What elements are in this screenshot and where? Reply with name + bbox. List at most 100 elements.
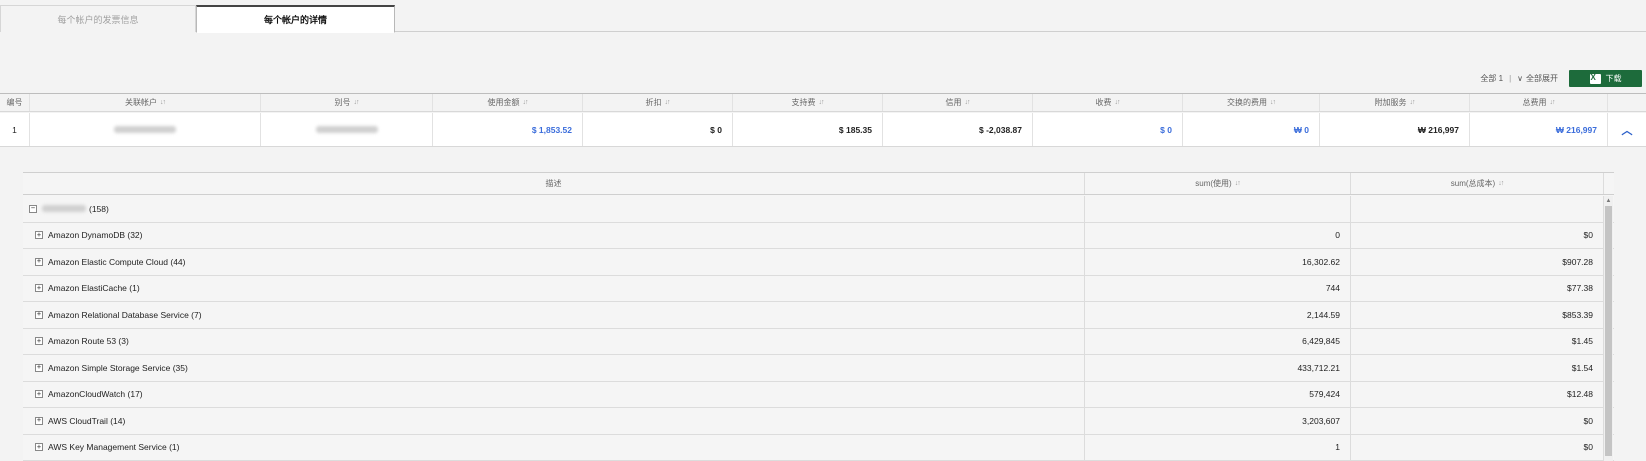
sort-icon[interactable]: ↓↑ bbox=[1115, 99, 1121, 106]
col-header-charge[interactable]: 收费 ↓↑ bbox=[1033, 94, 1183, 111]
detail-table: 描述 sum(使用) ↓↑ sum(总成本) ↓↑ − (158) + Amazon … bbox=[23, 172, 1614, 461]
col-header-sum-usage[interactable]: sum(使用) ↓↑ bbox=[1085, 173, 1351, 194]
col-header-discount[interactable]: 折扣 ↓↑ bbox=[583, 94, 733, 111]
service-usage: 433,712.21 bbox=[1085, 355, 1351, 381]
service-name: Amazon Simple Storage Service (35) bbox=[48, 362, 188, 373]
redacted-account bbox=[114, 126, 176, 133]
usage-amount[interactable]: $ 1,853.52 bbox=[433, 113, 583, 146]
sort-icon[interactable]: ↓↑ bbox=[665, 99, 671, 106]
chevron-up-icon: ︿ bbox=[1621, 124, 1633, 137]
sort-icon[interactable]: ↓↑ bbox=[965, 99, 971, 106]
total-amount[interactable]: ₩ 216,997 bbox=[1470, 113, 1608, 146]
service-cost: $77.38 bbox=[1351, 275, 1604, 301]
sort-icon[interactable]: ↓↑ bbox=[354, 99, 360, 106]
service-row[interactable]: + Amazon Simple Storage Service (35) 433,… bbox=[23, 355, 1614, 382]
sort-icon[interactable]: ↓↑ bbox=[1235, 180, 1241, 187]
expand-icon[interactable]: + bbox=[35, 257, 43, 266]
service-name: AWS CloudTrail (14) bbox=[48, 415, 126, 426]
tab-bar: 每个帐户的发票信息 每个帐户的详情 bbox=[0, 0, 1646, 33]
service-name: Amazon DynamoDB (32) bbox=[48, 230, 143, 241]
col-header-usage[interactable]: 使用金额 ↓↑ bbox=[433, 94, 583, 111]
service-name: Amazon Route 53 (3) bbox=[48, 336, 129, 347]
expand-icon[interactable]: + bbox=[35, 363, 43, 372]
col-header-total[interactable]: 总费用 ↓↑ bbox=[1470, 94, 1608, 111]
service-row[interactable]: + Amazon DynamoDB (32) 0 $0 bbox=[23, 222, 1614, 249]
expand-all-toggle[interactable]: ∨ 全部展开 bbox=[1517, 73, 1558, 84]
exchanged-amount[interactable]: ₩ 0 bbox=[1183, 113, 1320, 146]
service-name: Amazon Relational Database Service (7) bbox=[48, 309, 202, 320]
col-header-alias[interactable]: 别号 ↓↑ bbox=[261, 94, 433, 111]
detail-table-header: 描述 sum(使用) ↓↑ sum(总成本) ↓↑ bbox=[23, 172, 1614, 195]
service-row[interactable]: + Amazon Elastic Compute Cloud (44) 16,30… bbox=[23, 249, 1614, 276]
col-header-description: 描述 bbox=[23, 173, 1085, 194]
service-row[interactable]: + Amazon Route 53 (3) 6,429,845 $1.45 bbox=[23, 328, 1614, 355]
sort-icon[interactable]: ↓↑ bbox=[160, 99, 166, 106]
service-cost: $0 bbox=[1351, 222, 1604, 248]
tab-invoice-info[interactable]: 每个帐户的发票信息 bbox=[0, 5, 196, 32]
vertical-scrollbar[interactable]: ▲ bbox=[1604, 196, 1613, 461]
toolbar: 全部 1 | ∨ 全部展开 下载 bbox=[1480, 70, 1642, 87]
col-header-credit[interactable]: 信用 ↓↑ bbox=[883, 94, 1033, 111]
sort-icon[interactable]: ↓↑ bbox=[819, 99, 825, 106]
service-cost: $0 bbox=[1351, 408, 1604, 434]
support-amount: $ 185.35 bbox=[733, 113, 883, 146]
row-number: 1 bbox=[0, 113, 30, 146]
service-cost: $1.45 bbox=[1351, 328, 1604, 354]
group-count: (158) bbox=[89, 203, 109, 214]
download-button[interactable]: 下载 bbox=[1569, 70, 1642, 87]
service-row[interactable]: + AmazonCloudWatch (17) 579,424 $12.48 bbox=[23, 381, 1614, 408]
service-usage: 1 bbox=[1085, 434, 1351, 460]
toolbar-divider: | bbox=[1509, 74, 1512, 83]
col-header-linked-account[interactable]: 关联帐户 ↓↑ bbox=[30, 94, 261, 111]
sort-icon[interactable]: ↓↑ bbox=[1550, 99, 1556, 106]
scroll-up-icon[interactable]: ▲ bbox=[1604, 196, 1613, 205]
service-row[interactable]: + AWS Key Management Service (1) 1 $0 bbox=[23, 434, 1614, 461]
service-row[interactable]: + AWS CloudTrail (14) 3,203,607 $0 bbox=[23, 408, 1614, 435]
chevron-down-icon: ∨ bbox=[1517, 74, 1523, 83]
discount-amount: $ 0 bbox=[583, 113, 733, 146]
scrollbar-thumb[interactable] bbox=[1605, 206, 1612, 456]
collapse-icon[interactable]: − bbox=[29, 204, 37, 213]
service-usage: 2,144.59 bbox=[1085, 302, 1351, 328]
col-header-support[interactable]: 支持费 ↓↑ bbox=[733, 94, 883, 111]
sort-icon[interactable]: ↓↑ bbox=[1498, 180, 1504, 187]
sort-icon[interactable]: ↓↑ bbox=[1410, 99, 1416, 106]
service-name: Amazon ElastiCache (1) bbox=[48, 283, 140, 294]
charge-amount[interactable]: $ 0 bbox=[1033, 113, 1183, 146]
service-usage: 6,429,845 bbox=[1085, 328, 1351, 354]
download-label: 下载 bbox=[1605, 74, 1622, 83]
expand-icon[interactable]: + bbox=[35, 337, 43, 346]
sort-icon[interactable]: ↓↑ bbox=[1270, 99, 1276, 106]
addon-amount: ₩ 216,997 bbox=[1320, 113, 1470, 146]
group-row[interactable]: − (158) bbox=[23, 196, 1614, 223]
expand-icon[interactable]: + bbox=[35, 390, 43, 399]
service-row[interactable]: + Amazon Relational Database Service (7) … bbox=[23, 302, 1614, 329]
service-usage: 579,424 bbox=[1085, 381, 1351, 407]
col-header-sum-cost[interactable]: sum(总成本) ↓↑ bbox=[1351, 173, 1604, 194]
excel-icon bbox=[1589, 73, 1601, 84]
group-cost bbox=[1351, 196, 1604, 222]
service-row[interactable]: + Amazon ElastiCache (1) 744 $77.38 bbox=[23, 275, 1614, 302]
expand-icon[interactable]: + bbox=[35, 443, 43, 452]
table-row[interactable]: 1 $ 1,853.52 $ 0 $ 185.35 $ -2,038.87 $ … bbox=[0, 113, 1646, 147]
service-cost: $853.39 bbox=[1351, 302, 1604, 328]
linked-account-cell bbox=[30, 113, 261, 146]
service-usage: 3,203,607 bbox=[1085, 408, 1351, 434]
expand-icon[interactable]: + bbox=[35, 231, 43, 240]
total-count: 全部 1 bbox=[1480, 74, 1504, 83]
col-header-exchanged[interactable]: 交换的费用 ↓↑ bbox=[1183, 94, 1320, 111]
service-usage: 16,302.62 bbox=[1085, 249, 1351, 275]
expand-icon[interactable]: + bbox=[35, 416, 43, 425]
group-usage bbox=[1085, 196, 1351, 222]
main-table-header: 编号 关联帐户 ↓↑ 别号 ↓↑ 使用金额 ↓↑ 折扣 ↓↑ 支持费 ↓↑ 信用 ↓↑ 收费… bbox=[0, 93, 1646, 112]
collapse-row-button[interactable]: ︿ bbox=[1608, 113, 1646, 146]
expand-all-label: 全部展开 bbox=[1526, 74, 1558, 83]
service-cost: $12.48 bbox=[1351, 381, 1604, 407]
sort-icon[interactable]: ↓↑ bbox=[523, 99, 529, 106]
expand-icon[interactable]: + bbox=[35, 284, 43, 293]
col-header-addon[interactable]: 附加服务 ↓↑ bbox=[1320, 94, 1470, 111]
redacted-group-name bbox=[42, 205, 86, 213]
expand-icon[interactable]: + bbox=[35, 310, 43, 319]
tab-account-details[interactable]: 每个帐户的详情 bbox=[196, 5, 395, 33]
service-cost: $1.54 bbox=[1351, 355, 1604, 381]
